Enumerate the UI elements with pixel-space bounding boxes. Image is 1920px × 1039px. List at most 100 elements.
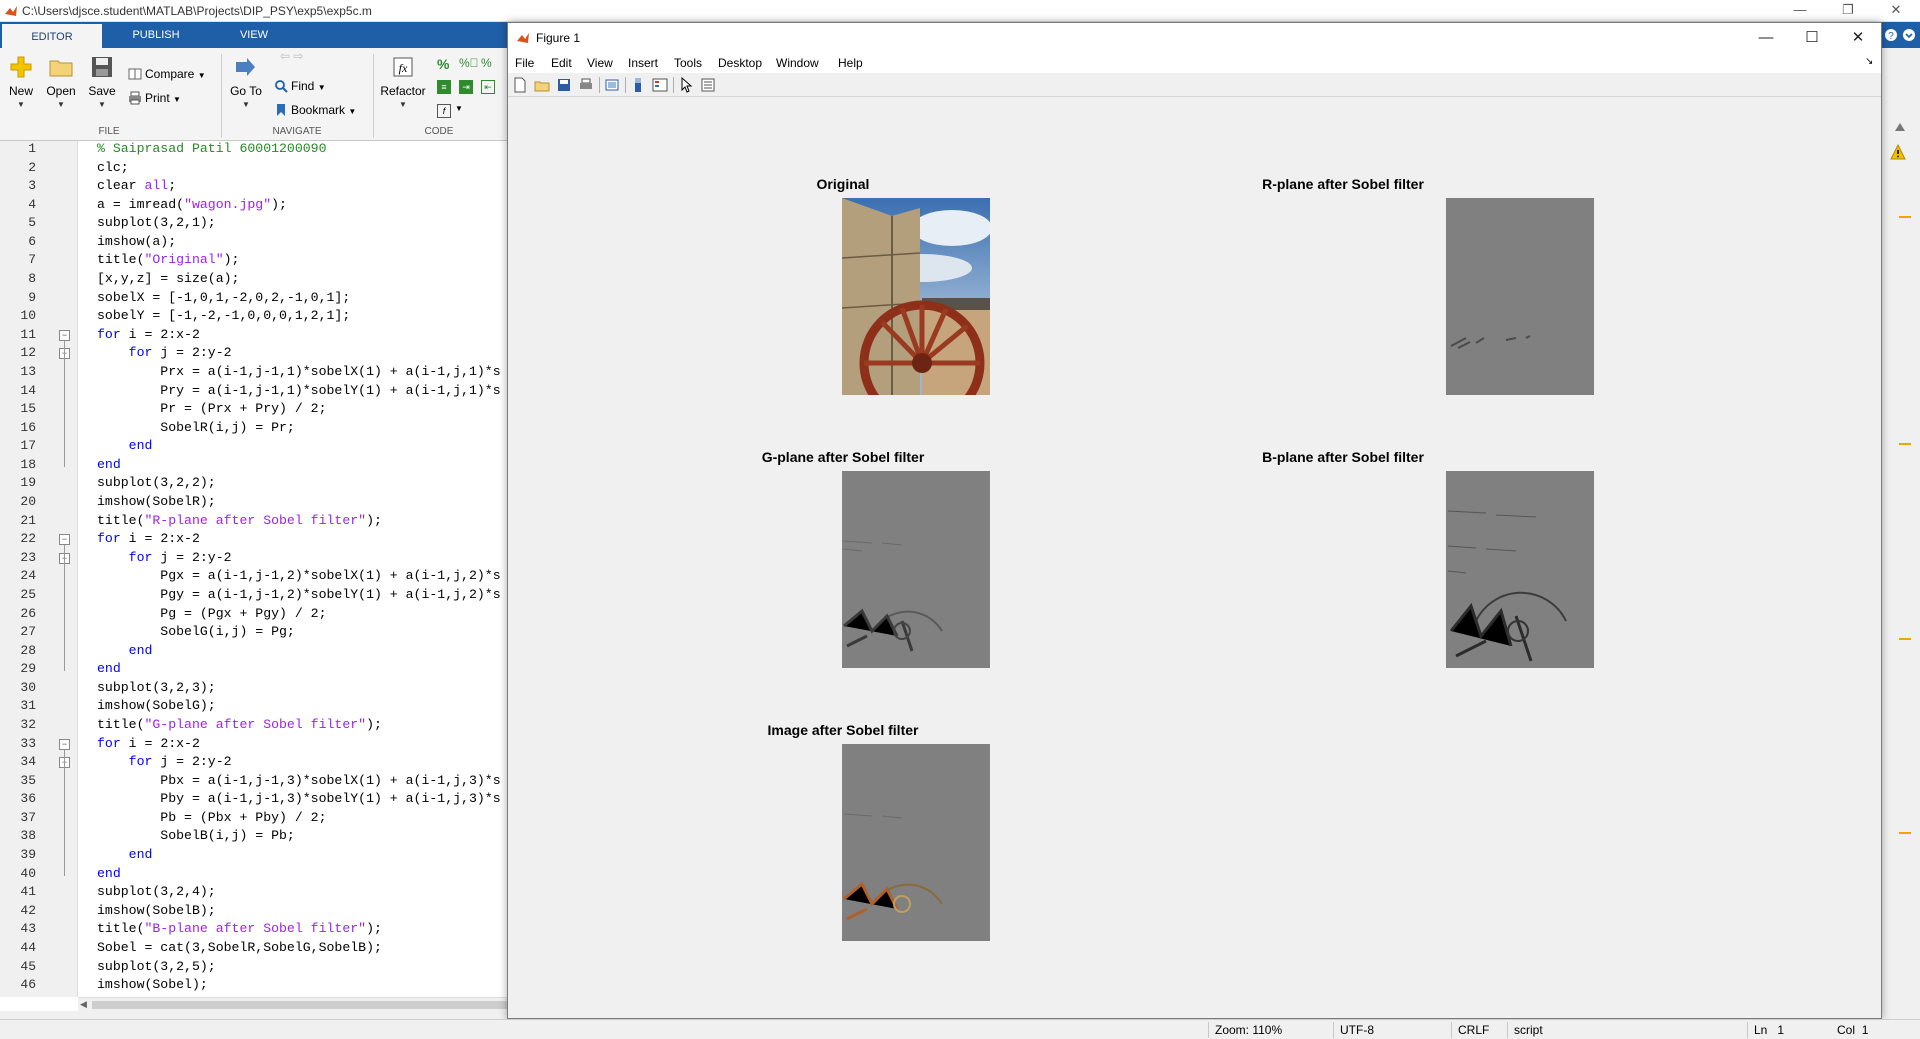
print-button[interactable]: Print ▼ (128, 88, 181, 108)
code-line[interactable]: SobelG(i,j) = Pg; (97, 624, 295, 639)
comment-icon[interactable]: % (437, 56, 449, 72)
code-line[interactable]: end (97, 661, 121, 676)
menu-view[interactable]: View (587, 56, 613, 70)
code-line[interactable]: Sobel = cat(3,SobelR,SobelG,SobelB); (97, 940, 382, 955)
warning-marker[interactable] (1899, 216, 1911, 218)
save-figure-icon[interactable] (556, 77, 572, 93)
menu-insert[interactable]: Insert (628, 56, 658, 70)
code-line[interactable]: subplot(3,2,2); (97, 475, 216, 490)
function-icon[interactable]: f (437, 104, 451, 118)
tab-view[interactable]: VIEW (204, 22, 304, 48)
legend-icon[interactable] (652, 77, 668, 93)
code-line[interactable]: for i = 2:x-2 (97, 327, 200, 342)
menu-help[interactable]: Help (838, 56, 863, 70)
restore-button[interactable]: ❐ (1828, 2, 1868, 20)
code-line[interactable]: SobelR(i,j) = Pr; (97, 420, 295, 435)
warning-icon[interactable] (1890, 144, 1906, 160)
code-line[interactable]: end (97, 643, 153, 658)
indent-more-icon[interactable]: ⇥ (459, 80, 473, 94)
figure-canvas[interactable]: Original R-plane after Sobel filter G-pl… (508, 108, 1881, 1018)
code-line[interactable]: title("B-plane after Sobel filter"); (97, 921, 382, 936)
menu-tools[interactable]: Tools (674, 56, 702, 70)
indent-icon[interactable]: ≡ (437, 80, 451, 94)
open-button[interactable]: Open ▼ (42, 54, 80, 109)
subplot-image-g-plane[interactable] (842, 471, 990, 668)
code-line[interactable]: for j = 2:y-2 (97, 754, 232, 769)
figure-minimize-button[interactable]: — (1743, 27, 1789, 49)
code-line[interactable]: subplot(3,2,1); (97, 215, 216, 230)
subplot-image-r-plane[interactable] (1446, 198, 1594, 395)
code-line[interactable]: Pgx = a(i-1,j-1,2)*sobelX(1) + a(i-1,j,2… (97, 568, 500, 583)
menu-file[interactable]: File (515, 56, 534, 70)
code-line[interactable]: imshow(SobelG); (97, 698, 216, 713)
bookmark-button[interactable]: Bookmark ▼ (274, 100, 356, 120)
code-line[interactable]: for i = 2:x-2 (97, 531, 200, 546)
minimize-button[interactable]: — (1780, 2, 1820, 20)
code-line[interactable]: for j = 2:y-2 (97, 345, 232, 360)
code-line[interactable]: clear all; (97, 178, 176, 193)
code-line[interactable]: subplot(3,2,3); (97, 680, 216, 695)
compare-button[interactable]: Compare ▼ (128, 64, 206, 84)
code-line[interactable]: for j = 2:y-2 (97, 550, 232, 565)
back-arrow-icon[interactable]: ⇦ (280, 49, 290, 63)
code-line[interactable]: imshow(SobelB); (97, 903, 216, 918)
forward-arrow-icon[interactable]: ⇨ (293, 49, 303, 63)
new-figure-icon[interactable] (512, 77, 528, 93)
expand-icon[interactable] (1902, 28, 1916, 42)
subplot-image-original[interactable] (842, 198, 990, 395)
scrollbar-thumb[interactable] (92, 1001, 510, 1009)
code-line[interactable]: Pg = (Pgx + Pgy) / 2; (97, 606, 326, 621)
code-line[interactable]: Pbx = a(i-1,j-1,3)*sobelX(1) + a(i-1,j,3… (97, 773, 500, 788)
code-line[interactable]: [x,y,z] = size(a); (97, 271, 239, 286)
code-line[interactable]: title("G-plane after Sobel filter"); (97, 717, 382, 732)
fold-toggle[interactable]: − (59, 329, 70, 341)
new-button[interactable]: New ▼ (2, 54, 40, 109)
colorbar-icon[interactable] (630, 77, 646, 93)
code-line[interactable]: imshow(SobelR); (97, 494, 216, 509)
tab-publish[interactable]: PUBLISH (106, 22, 206, 48)
code-line[interactable]: subplot(3,2,5); (97, 959, 216, 974)
code-line[interactable]: Pry = a(i-1,j-1,1)*sobelY(1) + a(i-1,j,1… (97, 383, 500, 398)
scroll-up-icon[interactable] (1894, 122, 1906, 132)
menu-window[interactable]: Window (776, 56, 819, 70)
link-plot-icon[interactable] (604, 77, 620, 93)
goto-button[interactable]: Go To ▼ (226, 54, 266, 109)
indent-less-icon[interactable]: ⇤ (481, 80, 495, 94)
code-line[interactable]: end (97, 847, 153, 862)
menu-edit[interactable]: Edit (551, 56, 572, 70)
code-line[interactable]: title("Original"); (97, 252, 239, 267)
code-line[interactable]: clc; (97, 160, 129, 175)
property-editor-icon[interactable] (700, 77, 716, 93)
warning-marker[interactable] (1899, 638, 1911, 640)
pointer-icon[interactable] (678, 77, 694, 93)
help-icon[interactable]: ? (1884, 28, 1898, 42)
menu-desktop[interactable]: Desktop (718, 56, 762, 70)
horizontal-scrollbar[interactable]: ◀ (78, 997, 510, 1011)
code-line[interactable]: % Saiprasad Patil 60001200090 (97, 141, 327, 156)
code-editor[interactable]: 1 2 3 4 5 6 7 8 9 10 11 12 13 14 15 16 17 18 19 20 21 22 23 24 2… (0, 141, 510, 1011)
code-line[interactable]: sobelY = [-1,-2,-1,0,0,0,1,2,1]; (97, 308, 350, 323)
code-line[interactable]: imshow(Sobel); (97, 977, 208, 992)
figure-close-button[interactable]: ✕ (1835, 27, 1881, 49)
code-line[interactable]: Pby = a(i-1,j-1,3)*sobelY(1) + a(i-1,j,3… (97, 791, 500, 806)
code-line[interactable]: end (97, 438, 153, 453)
code-line[interactable]: Prx = a(i-1,j-1,1)*sobelX(1) + a(i-1,j,1… (97, 364, 500, 379)
open-file-icon[interactable] (534, 77, 550, 93)
tab-editor[interactable]: EDITOR (2, 22, 102, 48)
code-line[interactable]: Pgy = a(i-1,j-1,2)*sobelY(1) + a(i-1,j,2… (97, 587, 500, 602)
figure-maximize-button[interactable]: ☐ (1789, 27, 1835, 49)
find-button[interactable]: Find ▼ (274, 76, 326, 96)
code-line[interactable]: subplot(3,2,4); (97, 884, 216, 899)
code-line[interactable]: imshow(a); (97, 234, 176, 249)
subplot-image-b-plane[interactable] (1446, 471, 1594, 668)
code-line[interactable]: end (97, 457, 121, 472)
code-line[interactable]: Pr = (Prx + Pry) / 2; (97, 401, 326, 416)
close-button[interactable]: ✕ (1876, 2, 1916, 20)
fold-toggle[interactable]: − (59, 738, 70, 750)
code-line[interactable]: sobelX = [-1,0,1,-2,0,2,-1,0,1]; (97, 290, 350, 305)
warning-marker[interactable] (1899, 443, 1911, 445)
code-line[interactable]: end (97, 866, 121, 881)
uncomment-icon[interactable]: %⃥ (459, 56, 479, 70)
code-line[interactable]: Pb = (Pbx + Pby) / 2; (97, 810, 326, 825)
back-forward-buttons[interactable]: ⇦ ⇨ (280, 46, 303, 66)
